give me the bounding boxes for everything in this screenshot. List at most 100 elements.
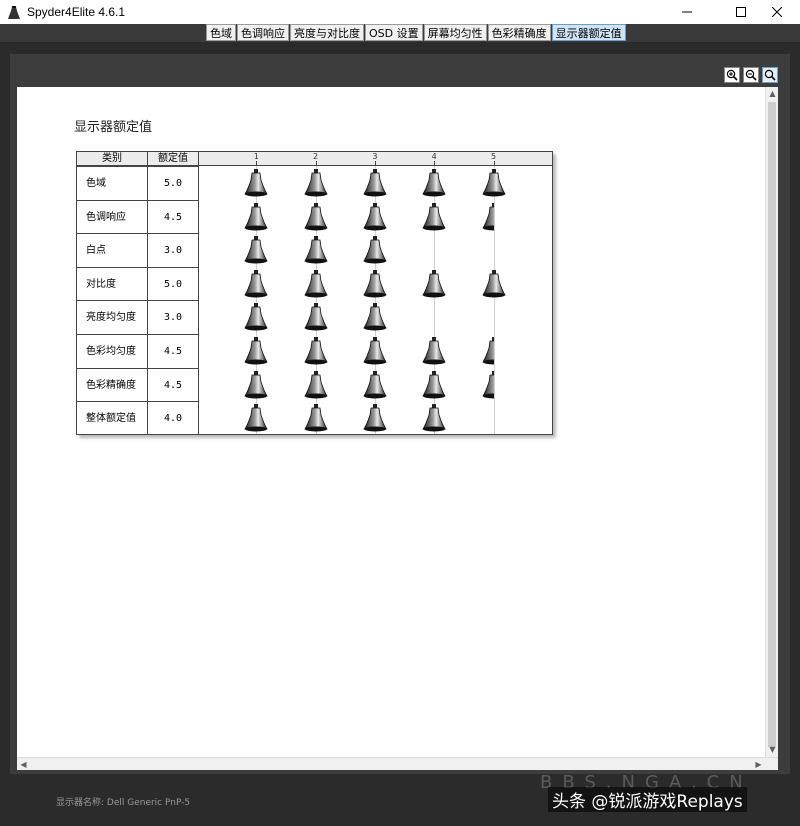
tab-6[interactable]: 色彩精确度: [487, 24, 551, 41]
tab-2[interactable]: 色调响应: [237, 24, 289, 41]
display-name-status: 显示器名称: Dell Generic PnP-5: [56, 798, 191, 808]
rating-half-sensor-icon: [481, 370, 494, 399]
table-row: 白点 3.0: [77, 233, 198, 267]
rating-sensor-icon: [244, 202, 269, 231]
rating-sensor-icon: [303, 303, 328, 331]
rating-sensor-icon: [363, 269, 387, 298]
zoom-in-icon[interactable]: [724, 67, 740, 83]
category-label: 整体额定值: [86, 413, 136, 425]
scroll-right-icon[interactable]: ▶: [752, 758, 765, 771]
tab-1[interactable]: 色域: [206, 24, 236, 41]
table-header: 类别 额定值 12345: [77, 152, 552, 166]
tab-3[interactable]: 亮度与对比度: [290, 24, 364, 41]
header-rating: 额定值: [158, 153, 188, 164]
tab-4[interactable]: OSD 设置: [365, 24, 423, 41]
table-row: 色彩均匀度 4.5: [77, 334, 198, 368]
tab-strip: 色域 色调响应 亮度与对比度 OSD 设置 屏幕均匀性 色彩精确度 显示器额定值: [0, 24, 800, 42]
scroll-up-icon[interactable]: ▲: [766, 87, 779, 100]
rating-sensor-icon: [244, 370, 269, 399]
report-frame: 显示器额定值 类别 额定值 12345 色域 5.0 色调响应 4.5 白点 3.0 对比度…: [10, 54, 790, 774]
header-category: 类别: [102, 153, 122, 164]
row-separator: [198, 233, 552, 234]
table-row: 对比度 5.0: [77, 266, 198, 301]
rating-value: 4.5: [163, 211, 183, 223]
row-separator: [198, 300, 552, 301]
rating-value: 4.5: [163, 346, 183, 357]
title-bar: Spyder4Elite 4.6.1: [0, 0, 800, 24]
scroll-down-icon[interactable]: ▼: [766, 743, 779, 756]
rating-sensor-icon: [303, 337, 328, 365]
rating-sensor-icon: [244, 169, 269, 197]
spyder-sensor-icon: [7, 5, 21, 19]
table-row: 亮度均匀度 3.0: [77, 300, 198, 334]
table-row: 色调响应 4.5: [77, 199, 198, 234]
rating-sensor-icon: [303, 169, 328, 197]
rating-value: 3.0: [163, 312, 183, 324]
category-label: 色彩精确度: [86, 379, 136, 391]
rating-sensor-icon: [363, 236, 387, 264]
rating-sensor-icon: [244, 236, 269, 264]
scroll-thumb[interactable]: [768, 102, 776, 747]
rating-sensor-icon: [363, 169, 387, 197]
table-row: 整体额定值 4.0: [77, 401, 198, 435]
row-separator: [198, 200, 552, 201]
category-label: 亮度均匀度: [86, 312, 136, 324]
category-label: 白点: [86, 245, 106, 257]
rating-value: 4.0: [163, 413, 183, 425]
row-separator: [198, 401, 552, 402]
rating-sensor-icon: [481, 269, 506, 298]
rating-sensor-icon: [422, 269, 446, 298]
rating-sensor-icon: [363, 404, 387, 432]
tab-7[interactable]: 显示器额定值: [551, 24, 626, 41]
minimize-icon[interactable]: [664, 0, 710, 24]
window-title: Spyder4Elite 4.6.1: [27, 5, 126, 19]
rating-sensor-icon: [422, 404, 446, 432]
rating-sensor-icon: [422, 202, 446, 231]
watermark: BBS.NGA.CN 头条 @锐派游戏Replays: [540, 772, 800, 812]
rating-sensor-icon: [363, 202, 387, 231]
category-label: 对比度: [86, 278, 116, 290]
row-separator: [198, 267, 552, 268]
zoom-out-icon[interactable]: [743, 67, 759, 83]
main-area: 显示器额定值 类别 额定值 12345 色域 5.0 色调响应 4.5 白点 3.0 对比度…: [0, 42, 800, 826]
rating-sensor-icon: [363, 370, 387, 399]
row-separator: [198, 166, 552, 167]
watermark-text: 头条 @锐派游戏Replays: [548, 787, 747, 812]
rating-sensor-icon: [422, 169, 446, 197]
horizontal-scrollbar[interactable]: ◀ ▶: [17, 757, 778, 770]
rating-value: 4.5: [163, 379, 183, 391]
close-icon[interactable]: [754, 0, 800, 24]
table-row: 色域 5.0: [77, 166, 198, 200]
report-page: 显示器额定值 类别 额定值 12345 色域 5.0 色调响应 4.5 白点 3.0 对比度…: [17, 87, 765, 757]
rating-sensor-icon: [303, 404, 328, 432]
rating-sensor-icon: [363, 337, 387, 365]
rating-sensor-icon: [303, 269, 328, 298]
category-label: 色调响应: [86, 211, 126, 223]
scroll-left-icon[interactable]: ◀: [17, 758, 30, 771]
rating-sensor-icon: [303, 236, 328, 264]
table-row: 色彩精确度 4.5: [77, 367, 198, 402]
rating-value: 3.0: [163, 245, 183, 257]
tab-list: 色域 色调响应 亮度与对比度 OSD 设置 屏幕均匀性 色彩精确度 显示器额定值: [206, 24, 627, 42]
rating-sensor-icon: [244, 337, 269, 365]
row-separator: [198, 368, 552, 369]
rating-sensor-icon: [303, 370, 328, 399]
rating-sensor-icon: [244, 404, 269, 432]
rating-sensor-icon: [422, 370, 446, 399]
rating-sensor-icon: [303, 202, 328, 231]
zoom-fit-icon[interactable]: [762, 67, 778, 83]
page-title: 显示器额定值: [74, 120, 153, 135]
rating-half-sensor-icon: [481, 337, 494, 365]
rating-table: 类别 额定值 12345 色域 5.0 色调响应 4.5 白点 3.0 对比度 5.0 亮度均匀…: [76, 151, 553, 435]
rating-value: 5.0: [163, 178, 183, 189]
column-divider: [198, 152, 199, 434]
rating-half-sensor-icon: [481, 202, 494, 231]
rating-sensor-icon: [244, 269, 269, 298]
category-label: 色彩均匀度: [86, 346, 136, 357]
rating-sensor-icon: [481, 169, 506, 197]
tab-5[interactable]: 屏幕均匀性: [423, 24, 487, 41]
category-label: 色域: [86, 178, 106, 189]
row-separator: [198, 334, 552, 335]
rating-sensor-icon: [422, 337, 446, 365]
vertical-scrollbar[interactable]: ▲ ▼: [765, 87, 778, 757]
